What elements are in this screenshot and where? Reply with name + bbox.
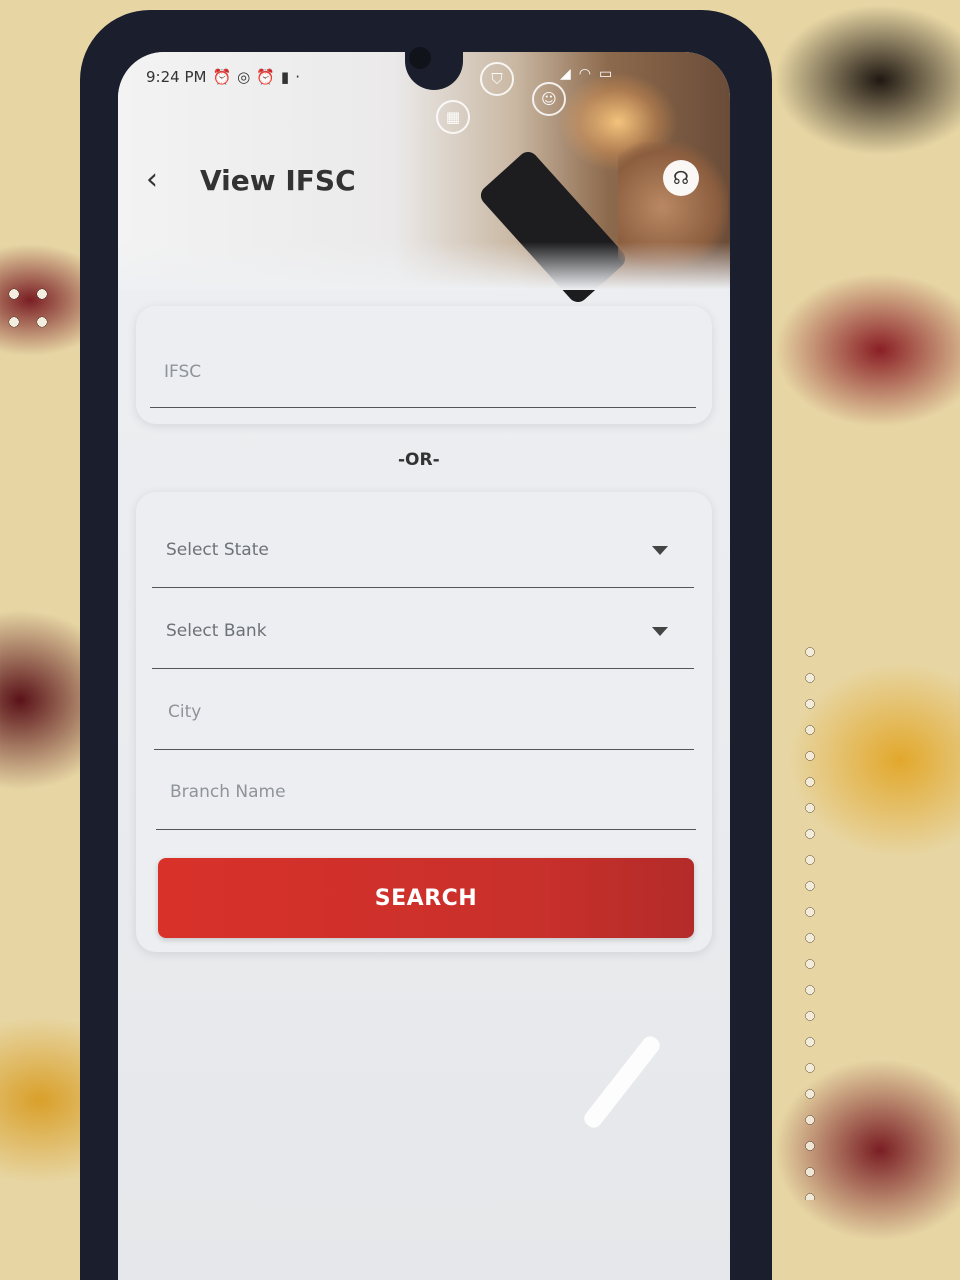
alarm-icon: ⏰	[212, 68, 232, 86]
ifsc-placeholder: IFSC	[164, 362, 202, 382]
city-placeholder: City	[168, 702, 202, 722]
status-time: 9:24 PM	[146, 68, 207, 86]
branch-placeholder: Branch Name	[170, 782, 286, 802]
signal-icon: ◢	[560, 66, 571, 82]
search-button[interactable]: SEARCH	[158, 858, 694, 938]
bank-dropdown[interactable]: Select Bank	[152, 599, 694, 669]
front-camera	[409, 47, 431, 69]
headset-icon: ☊	[673, 167, 689, 189]
banner-shield-icon: ⛉	[480, 62, 514, 96]
dot-icon: ·	[295, 68, 300, 86]
alarm-icon: ⏰	[256, 68, 275, 86]
or-separator: -OR-	[398, 450, 440, 470]
city-field[interactable]: City	[154, 680, 694, 750]
field-underline	[156, 829, 696, 830]
back-button[interactable]: ‹	[146, 162, 158, 197]
banner-user-icon: ☺	[532, 82, 566, 116]
whatsapp-icon: ◎	[237, 68, 251, 86]
field-underline	[152, 668, 694, 669]
wifi-icon: ◠	[578, 66, 591, 82]
screen-glare	[581, 1033, 663, 1131]
chevron-down-icon	[652, 546, 668, 555]
field-underline	[154, 749, 694, 750]
bank-placeholder: Select Bank	[166, 621, 267, 641]
chevron-down-icon	[652, 627, 668, 636]
status-bar: 9:24 PM ⏰ ◎ ⏰ ▮ ·	[146, 68, 300, 86]
page-title: View IFSC	[200, 164, 356, 197]
field-underline	[150, 407, 696, 408]
state-placeholder: Select State	[166, 540, 269, 560]
ifsc-input[interactable]: IFSC	[150, 340, 696, 408]
app-screen: ▦ ⛉ ☺ 9:24 PM ⏰ ◎ ⏰ ▮ · ◢ ◠ ▭ ‹ View IFS…	[118, 52, 730, 1280]
support-button[interactable]: ☊	[663, 160, 699, 196]
status-bar-right: ◢ ◠ ▭	[560, 66, 612, 82]
background-pattern-dots	[790, 640, 830, 1200]
branch-name-field[interactable]: Branch Name	[156, 760, 696, 830]
field-underline	[152, 587, 694, 588]
background-pattern-dots-left	[0, 280, 60, 340]
lock-icon: ▮	[280, 68, 290, 86]
state-dropdown[interactable]: Select State	[152, 518, 694, 588]
battery-icon: ▭	[599, 66, 613, 82]
ifsc-card: IFSC	[136, 306, 712, 424]
banner-fade	[118, 242, 730, 290]
banner-bank-icon: ▦	[436, 100, 470, 134]
